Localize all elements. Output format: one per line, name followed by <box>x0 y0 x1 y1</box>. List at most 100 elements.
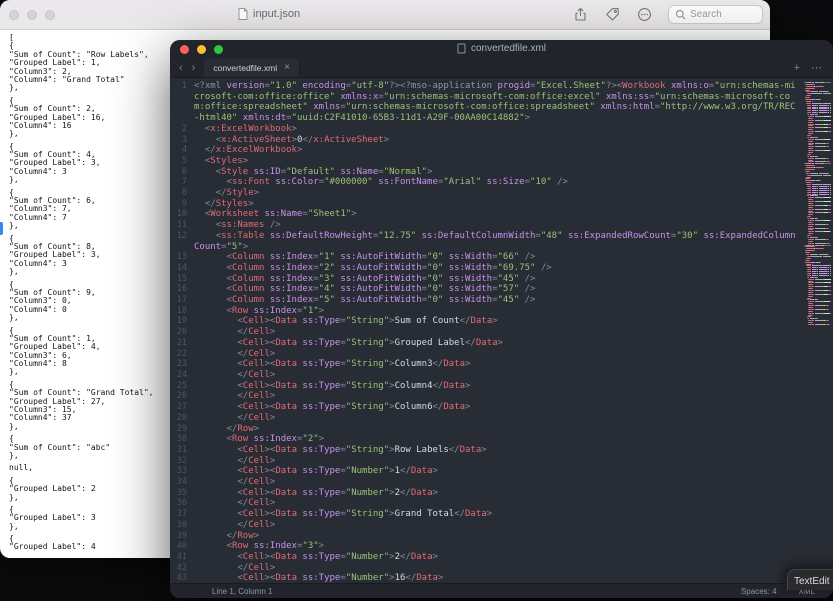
window-title-text: input.json <box>253 8 300 20</box>
minimap-mark <box>812 148 813 149</box>
minimap-line <box>804 125 831 126</box>
back-button[interactable]: ‹ <box>179 63 183 74</box>
new-tab-button[interactable]: + <box>794 63 800 74</box>
line-number: 32 <box>170 456 194 467</box>
status-indentation[interactable]: Spaces: 4 <box>741 587 777 596</box>
code-line: 39 </Row> <box>170 531 799 542</box>
minimap-mark <box>812 118 813 119</box>
minimap-mark <box>816 167 823 168</box>
minimap-line <box>804 184 831 185</box>
tab-convertedfile-xml[interactable]: convertedfile.xml × <box>204 59 300 77</box>
minimap-mark <box>828 91 829 92</box>
minimap-line <box>804 110 831 111</box>
scroll-position-marker <box>0 222 3 235</box>
minimap-line <box>804 235 831 236</box>
share-button[interactable] <box>572 6 589 23</box>
desktop: input.json [{"Sum of Count": "Row Labels… <box>0 0 833 601</box>
code-line: 19 <Cell><Data ss:Type="String">Sum of C… <box>170 316 799 327</box>
minimap-mark <box>819 275 827 276</box>
minimap-mark <box>830 188 831 189</box>
window-title: input.json <box>238 8 300 20</box>
tag-icon <box>605 7 620 22</box>
code-editor-content[interactable]: 1<?xml version="1.0" encoding="utf-8"?><… <box>170 78 803 583</box>
minimap-line <box>804 146 831 147</box>
minimap-line <box>804 99 831 100</box>
code-line-text: </Cell> <box>194 456 799 467</box>
more-options-button[interactable] <box>636 6 653 23</box>
minimap-mark <box>830 108 831 109</box>
minimap-mark <box>819 110 827 111</box>
minimap-line <box>804 182 831 183</box>
minimap-mark <box>812 133 813 134</box>
minimap-mark <box>806 84 814 85</box>
search-field[interactable] <box>668 5 763 24</box>
tab-close-icon[interactable]: × <box>284 63 290 73</box>
minimap-mark <box>817 195 818 196</box>
code-line: 18 <Row ss:Index="1"> <box>170 306 799 317</box>
status-cursor-position[interactable]: Line 1, Column 1 <box>212 587 272 596</box>
code-line: 8 </Style> <box>170 188 799 199</box>
minimap-mark <box>817 277 818 278</box>
line-number: 30 <box>170 434 194 445</box>
minimap[interactable] <box>803 78 833 583</box>
minimap-line <box>804 284 831 285</box>
minimap-line <box>804 120 831 121</box>
tag-button[interactable] <box>604 6 621 23</box>
minimap-line <box>804 175 831 176</box>
minimize-button[interactable] <box>27 10 37 20</box>
textedit-peek-window[interactable]: TextEdit <box>787 569 833 590</box>
textedit-toolbar[interactable]: input.json <box>0 0 770 30</box>
minimap-mark <box>823 86 824 87</box>
minimap-line <box>804 224 831 225</box>
minimap-mark <box>809 90 810 91</box>
code-line-text: </Cell> <box>194 391 799 402</box>
minimap-line <box>804 137 831 138</box>
minimap-line <box>804 177 831 178</box>
code-line: 29 </Row> <box>170 424 799 435</box>
minimap-mark <box>829 243 830 244</box>
minimap-line <box>804 112 831 113</box>
line-number: 1 <box>170 81 194 92</box>
minimap-line <box>804 209 831 210</box>
line-number: 13 <box>170 252 194 263</box>
code-line: 30 <Row ss:Index="2"> <box>170 434 799 445</box>
window-title: convertedfile.xml <box>170 43 833 54</box>
minimap-mark <box>828 305 829 306</box>
line-number: 40 <box>170 541 194 552</box>
minimap-line <box>804 88 831 89</box>
minimap-mark <box>810 135 811 136</box>
minimap-mark <box>812 141 813 142</box>
minimap-mark <box>817 318 818 319</box>
minimap-line <box>804 237 831 238</box>
minimap-mark <box>806 88 814 89</box>
code-line: 3 <x:ActiveSheet>0</x:ActiveSheet> <box>170 135 799 146</box>
code-line: 5 <Styles> <box>170 156 799 167</box>
code-line-text: <Cell><Data ss:Type="String">Column3</Da… <box>194 359 799 370</box>
code-editor-window: convertedfile.xml ‹ › convertedfile.xml … <box>170 40 833 598</box>
minimap-line <box>804 262 831 263</box>
minimap-mark <box>823 248 824 249</box>
close-button[interactable] <box>9 10 19 20</box>
minimap-mark <box>806 169 814 170</box>
minimap-line <box>804 169 831 170</box>
minimap-line <box>804 116 831 117</box>
code-line-text: <Column ss:Index="1" ss:AutoFitWidth="0"… <box>194 252 799 263</box>
zoom-button[interactable] <box>45 10 55 20</box>
line-number: 8 <box>170 188 194 199</box>
minimap-line <box>804 313 831 314</box>
minimap-line <box>804 243 831 244</box>
forward-button[interactable]: › <box>192 63 196 74</box>
search-input[interactable] <box>690 9 756 20</box>
minimap-mark <box>819 192 827 193</box>
tab-overflow-button[interactable]: ⋯ <box>811 63 822 74</box>
minimap-line <box>804 186 831 187</box>
minimap-mark <box>812 160 813 161</box>
minimap-mark <box>828 309 829 310</box>
editor-titlebar[interactable]: convertedfile.xml <box>170 40 833 59</box>
minimap-line <box>804 84 831 85</box>
minimap-line <box>804 188 831 189</box>
minimap-line <box>804 248 831 249</box>
minimap-mark <box>810 235 811 236</box>
minimap-mark <box>829 256 831 257</box>
code-line-text: </Cell> <box>194 520 799 531</box>
